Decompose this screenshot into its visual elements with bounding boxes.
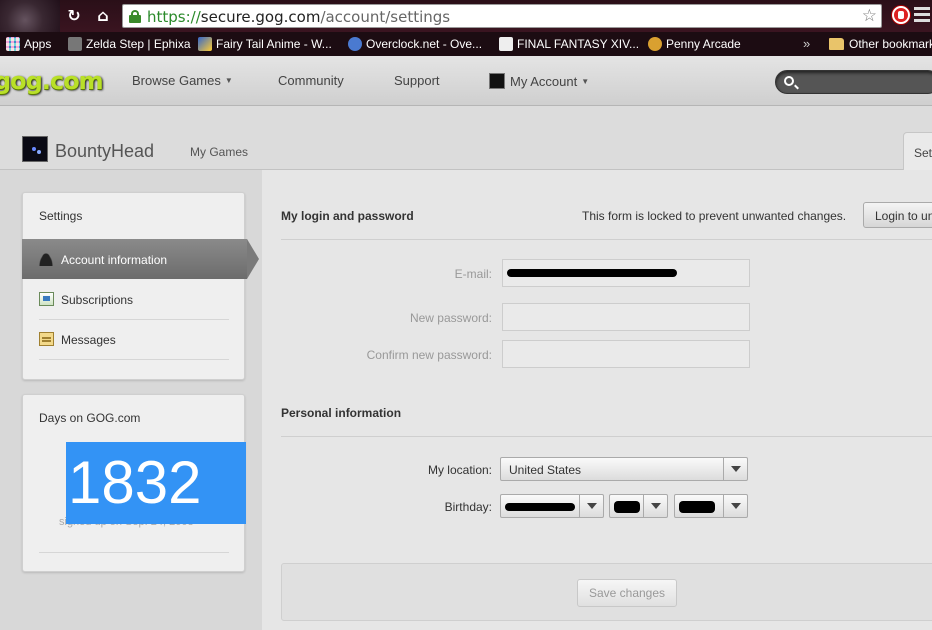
- other-bookmarks[interactable]: Other bookmarks: [829, 36, 932, 52]
- location-select[interactable]: United States: [500, 457, 748, 481]
- bookmark-zelda[interactable]: Zelda Step | Ephixa: [68, 36, 191, 52]
- birthday-year-select[interactable]: [674, 494, 748, 518]
- lock-icon: [129, 10, 141, 23]
- days-count: 1832: [66, 442, 246, 524]
- divider: [281, 436, 932, 437]
- folder-icon: [829, 38, 844, 50]
- login-section-title: My login and password: [281, 209, 414, 223]
- redaction-scribble: [614, 501, 640, 513]
- site-header: gog.com Browse Games ▼ Community Support …: [0, 56, 932, 106]
- redaction-scribble: [679, 501, 715, 513]
- site-icon: [198, 37, 212, 51]
- profile-bar: BountyHead My Games Settings: [0, 106, 932, 171]
- sidebar-item-account-information[interactable]: Account information: [39, 240, 229, 280]
- bookmarks-bar: Apps Zelda Step | Ephixa Fairy Tail Anim…: [0, 32, 932, 56]
- site-icon: [348, 37, 362, 51]
- nav-browse-games[interactable]: Browse Games ▼: [132, 73, 233, 88]
- chevron-down-icon: [643, 495, 667, 517]
- sidebar-item-messages[interactable]: Messages: [39, 320, 229, 360]
- confirm-password-label: Confirm new password:: [366, 348, 492, 362]
- profile-avatar: [22, 136, 48, 162]
- birthday-month-select[interactable]: [500, 494, 604, 518]
- settings-menu: Settings Account information Subscriptio…: [22, 192, 259, 380]
- bookmark-star-icon[interactable]: ☆: [862, 6, 877, 26]
- site-icon: [499, 37, 513, 51]
- caret-down-icon: ▼: [224, 76, 233, 85]
- url-text: https://secure.gog.com/account/settings: [147, 8, 451, 26]
- email-label: E-mail:: [454, 267, 492, 281]
- account-settings-form: My login and password This form is locke…: [262, 170, 932, 630]
- birthday-day-select[interactable]: [609, 494, 668, 518]
- location-label: My location:: [427, 463, 492, 477]
- browser-toolbar: ↻ ⌂ https://secure.gog.com/account/setti…: [0, 0, 932, 56]
- nav-my-account[interactable]: My Account ▼: [489, 73, 589, 89]
- adblock-icon[interactable]: [892, 6, 910, 24]
- confirm-password-field[interactable]: [502, 340, 750, 368]
- messages-icon: [39, 332, 54, 346]
- subscriptions-icon: [39, 292, 54, 306]
- settings-menu-title: Settings: [39, 209, 83, 223]
- apps-icon: [6, 37, 20, 51]
- account-avatar: [489, 73, 505, 89]
- divider: [281, 239, 932, 240]
- profile-username: BountyHead: [55, 141, 155, 161]
- login-to-unlock-button[interactable]: Login to unlock: [863, 202, 932, 228]
- caret-down-icon: ▼: [581, 77, 590, 86]
- days-title: Days on GOG.com: [39, 411, 141, 425]
- form-footer: Save changes: [281, 563, 932, 621]
- email-field[interactable]: [502, 259, 750, 287]
- new-password-label: New password:: [409, 311, 492, 325]
- bookmark-overclock[interactable]: Overclock.net - Ove...: [348, 36, 482, 52]
- bookmark-fairy-tail[interactable]: Fairy Tail Anime - W...: [198, 36, 332, 52]
- bookmark-ffxiv[interactable]: FINAL FANTASY XIV...: [499, 36, 639, 52]
- tab-settings[interactable]: Settings: [903, 132, 932, 171]
- locked-note: This form is locked to prevent unwanted …: [582, 209, 847, 223]
- birthday-label: Birthday:: [444, 500, 492, 514]
- redaction-scribble: [505, 503, 575, 511]
- days-on-gog-box: Days on GOG.com signed up on Sep. 24, 20…: [22, 394, 246, 572]
- bookmark-apps[interactable]: Apps: [6, 36, 51, 52]
- search-icon: [784, 76, 794, 86]
- more-bookmarks-chevron-icon[interactable]: »: [803, 36, 810, 51]
- my-games-link[interactable]: My Games: [190, 145, 248, 159]
- menu-icon[interactable]: [914, 7, 930, 23]
- site-icon: [648, 37, 662, 51]
- address-bar[interactable]: https://secure.gog.com/account/settings …: [122, 4, 882, 28]
- chevron-down-icon: [579, 495, 603, 517]
- search-input[interactable]: [775, 70, 932, 94]
- divider: [39, 552, 229, 553]
- redaction-scribble: [507, 269, 677, 277]
- chevron-down-icon: [723, 495, 747, 517]
- save-changes-button[interactable]: Save changes: [577, 579, 677, 607]
- reload-icon[interactable]: ↻: [63, 6, 85, 26]
- site-icon: [68, 37, 82, 51]
- chevron-down-icon: [723, 458, 747, 480]
- nav-community[interactable]: Community: [278, 73, 344, 88]
- home-icon[interactable]: ⌂: [92, 6, 114, 26]
- nav-support[interactable]: Support: [394, 73, 440, 88]
- user-icon: [39, 252, 54, 266]
- sidebar-item-subscriptions[interactable]: Subscriptions: [39, 280, 229, 320]
- personal-section-title: Personal information: [281, 406, 402, 420]
- new-password-field[interactable]: [502, 303, 750, 331]
- gog-logo[interactable]: gog.com: [0, 67, 104, 95]
- bookmark-penny-arcade[interactable]: Penny Arcade: [648, 36, 741, 52]
